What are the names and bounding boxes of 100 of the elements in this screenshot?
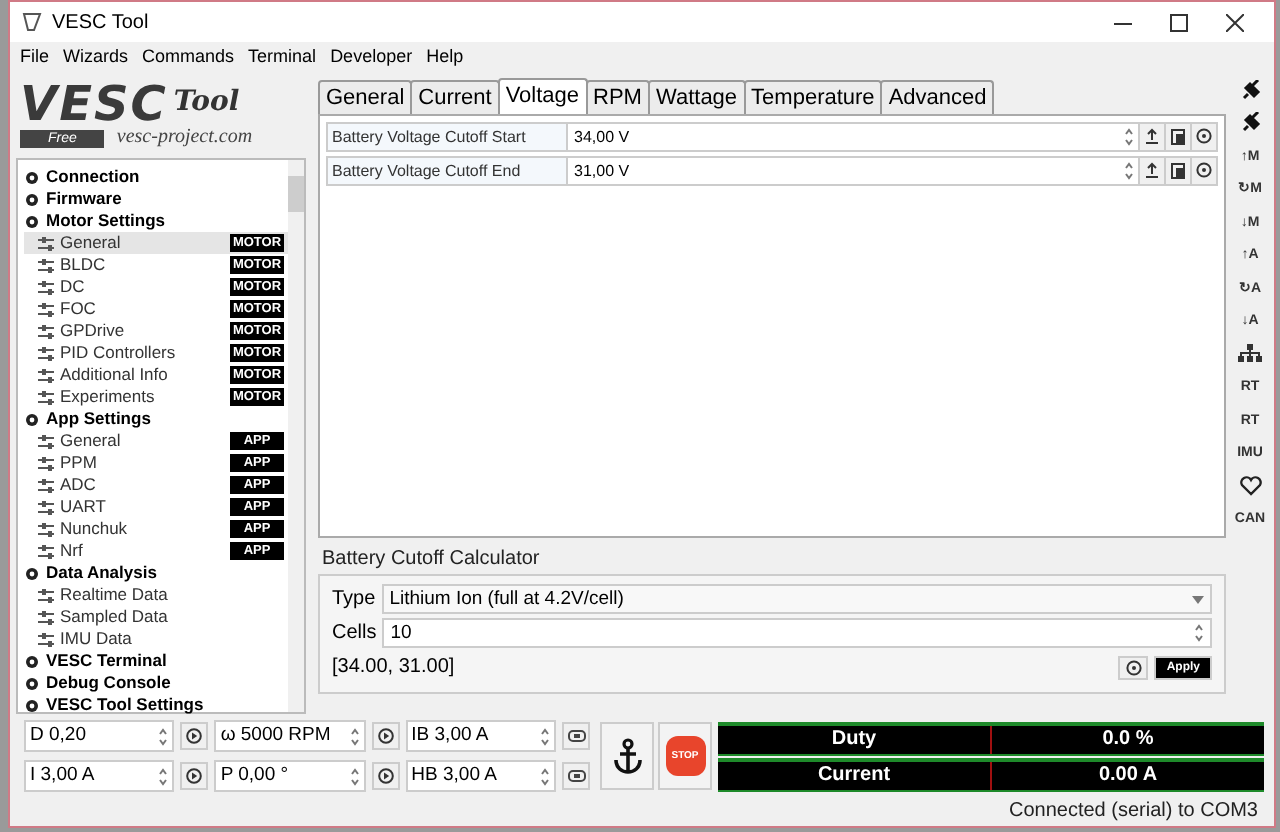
plug-icon — [1239, 79, 1261, 102]
run-button[interactable] — [371, 762, 400, 790]
spin-arrows-icon — [1194, 624, 1204, 642]
dropdown-value: Lithium Ion (full at 4.2V/cell) — [389, 586, 626, 612]
logo-text: VESC — [20, 80, 168, 128]
tab[interactable]: Current — [410, 80, 500, 114]
spin-arrows-icon — [349, 767, 360, 785]
menu-item[interactable]: Help — [426, 44, 464, 68]
sidebar-label: Nrf — [60, 540, 85, 562]
sliders-icon — [38, 543, 54, 559]
sidebar-label: ADC — [60, 474, 98, 496]
run-button[interactable] — [180, 762, 209, 790]
anchor-button[interactable] — [600, 722, 654, 790]
field-value: HB 3,00 A — [411, 762, 499, 790]
sidebar-item[interactable]: Realtime Data — [24, 584, 288, 606]
field-value: P 0,00 ° — [220, 762, 291, 790]
play-icon — [377, 768, 394, 784]
sidebar-label: Connection — [46, 166, 140, 188]
sliders-icon — [38, 631, 54, 647]
sidebar-item[interactable]: VESC Tool Settings — [24, 694, 288, 716]
sidebar-item[interactable]: Connection — [24, 166, 288, 188]
menu-item[interactable]: Wizards — [63, 44, 129, 68]
menu-item[interactable]: Terminal — [248, 44, 317, 68]
sidebar-label: Experiments — [60, 386, 157, 408]
window-title: VESC Tool — [52, 9, 149, 37]
spin-field[interactable]: IB 3,00 A — [405, 720, 556, 752]
sidebar-item[interactable]: Debug Console — [24, 672, 288, 694]
sliders-icon — [38, 301, 54, 317]
sidebar-label: Motor Settings — [46, 210, 165, 232]
spin-field[interactable]: I 3,00 A — [24, 760, 175, 792]
result-text: [34.00, 31.00] — [332, 654, 457, 682]
sidebar-item[interactable]: Firmware — [24, 188, 288, 210]
sidebar-item[interactable]: Data Analysis — [24, 562, 288, 584]
spin-arrows-icon — [158, 727, 169, 745]
sidebar-label: Sampled Data — [60, 606, 170, 628]
tab[interactable]: Wattage — [647, 80, 746, 114]
field-value: I 3,00 A — [30, 762, 97, 790]
sliders-icon — [38, 367, 54, 383]
brake-button[interactable] — [562, 722, 590, 750]
spin-arrows-icon — [540, 767, 550, 785]
sidebar-item[interactable]: Sampled Data — [24, 606, 288, 628]
menu-item[interactable]: Commands — [142, 44, 235, 68]
gauge-label: Current — [718, 761, 992, 789]
status-text: Connected (serial) to COM3 — [1009, 800, 1258, 824]
sidebar-item[interactable]: Motor Settings — [24, 210, 288, 232]
plug-icon — [1239, 112, 1261, 135]
menu-item[interactable]: File — [20, 44, 50, 68]
sliders-icon — [38, 279, 54, 295]
type-dropdown[interactable]: Lithium Ion (full at 4.2V/cell) — [381, 584, 1212, 614]
brake-button[interactable] — [562, 762, 590, 790]
brake-icon — [567, 770, 585, 782]
spin-field[interactable]: ω 5000 RPM — [214, 720, 366, 752]
logo-url: vesc-project.com — [116, 128, 253, 148]
sidebar-label: PPM — [60, 452, 99, 474]
field-label: Type — [332, 586, 376, 614]
spin-field[interactable]: P 0,00 ° — [214, 760, 366, 792]
spin-arrows-icon — [158, 767, 169, 785]
sidebar-label: GPDrive — [60, 320, 127, 342]
field-value: ω 5000 RPM — [220, 722, 333, 750]
help-button[interactable] — [1118, 655, 1149, 679]
sidebar-item[interactable]: VESC Terminal — [24, 650, 288, 672]
sliders-icon — [38, 521, 54, 537]
maximize-icon — [1169, 13, 1187, 31]
play-icon — [377, 728, 394, 744]
sidebar-item[interactable]: App Settings — [24, 408, 288, 430]
close-icon — [1225, 13, 1243, 31]
tab[interactable]: Advanced — [880, 80, 995, 114]
help-icon — [1125, 659, 1142, 675]
sidebar-label: Additional Info — [60, 364, 170, 386]
sliders-icon — [38, 609, 54, 625]
brake-icon — [567, 730, 585, 742]
sidebar-label: General — [60, 232, 123, 254]
logo-text: Tool — [173, 88, 240, 116]
sliders-icon — [38, 257, 54, 273]
tab[interactable]: General — [318, 80, 413, 114]
nodes-icon — [1238, 344, 1262, 365]
sidebar-item[interactable]: IMU Data — [24, 628, 288, 650]
scrollbar[interactable] — [288, 160, 304, 712]
sidebar-label: DC — [60, 276, 87, 298]
sliders-icon — [38, 587, 54, 603]
sliders-icon — [38, 433, 54, 449]
play-icon — [186, 768, 203, 784]
run-button[interactable] — [371, 722, 400, 750]
tab[interactable]: RPM — [585, 80, 650, 114]
tab[interactable]: Voltage — [497, 78, 588, 114]
sliders-icon — [38, 477, 54, 493]
tab[interactable]: Temperature — [743, 80, 883, 114]
spin-field[interactable]: D 0,20 — [24, 720, 175, 752]
sliders-icon — [38, 345, 54, 361]
sidebar-label: Data Analysis — [46, 562, 157, 584]
spin-arrows-icon — [349, 727, 360, 745]
scrollbar-thumb[interactable] — [288, 176, 304, 212]
sidebar-label: Firmware — [46, 188, 122, 210]
run-button[interactable] — [180, 722, 209, 750]
app-icon — [22, 12, 42, 32]
sliders-icon — [38, 455, 54, 471]
spin-field[interactable]: HB 3,00 A — [405, 760, 556, 792]
sidebar-label: Debug Console — [46, 672, 171, 694]
cells-spin-field[interactable]: 10 — [382, 618, 1212, 648]
menu-item[interactable]: Developer — [330, 44, 413, 68]
